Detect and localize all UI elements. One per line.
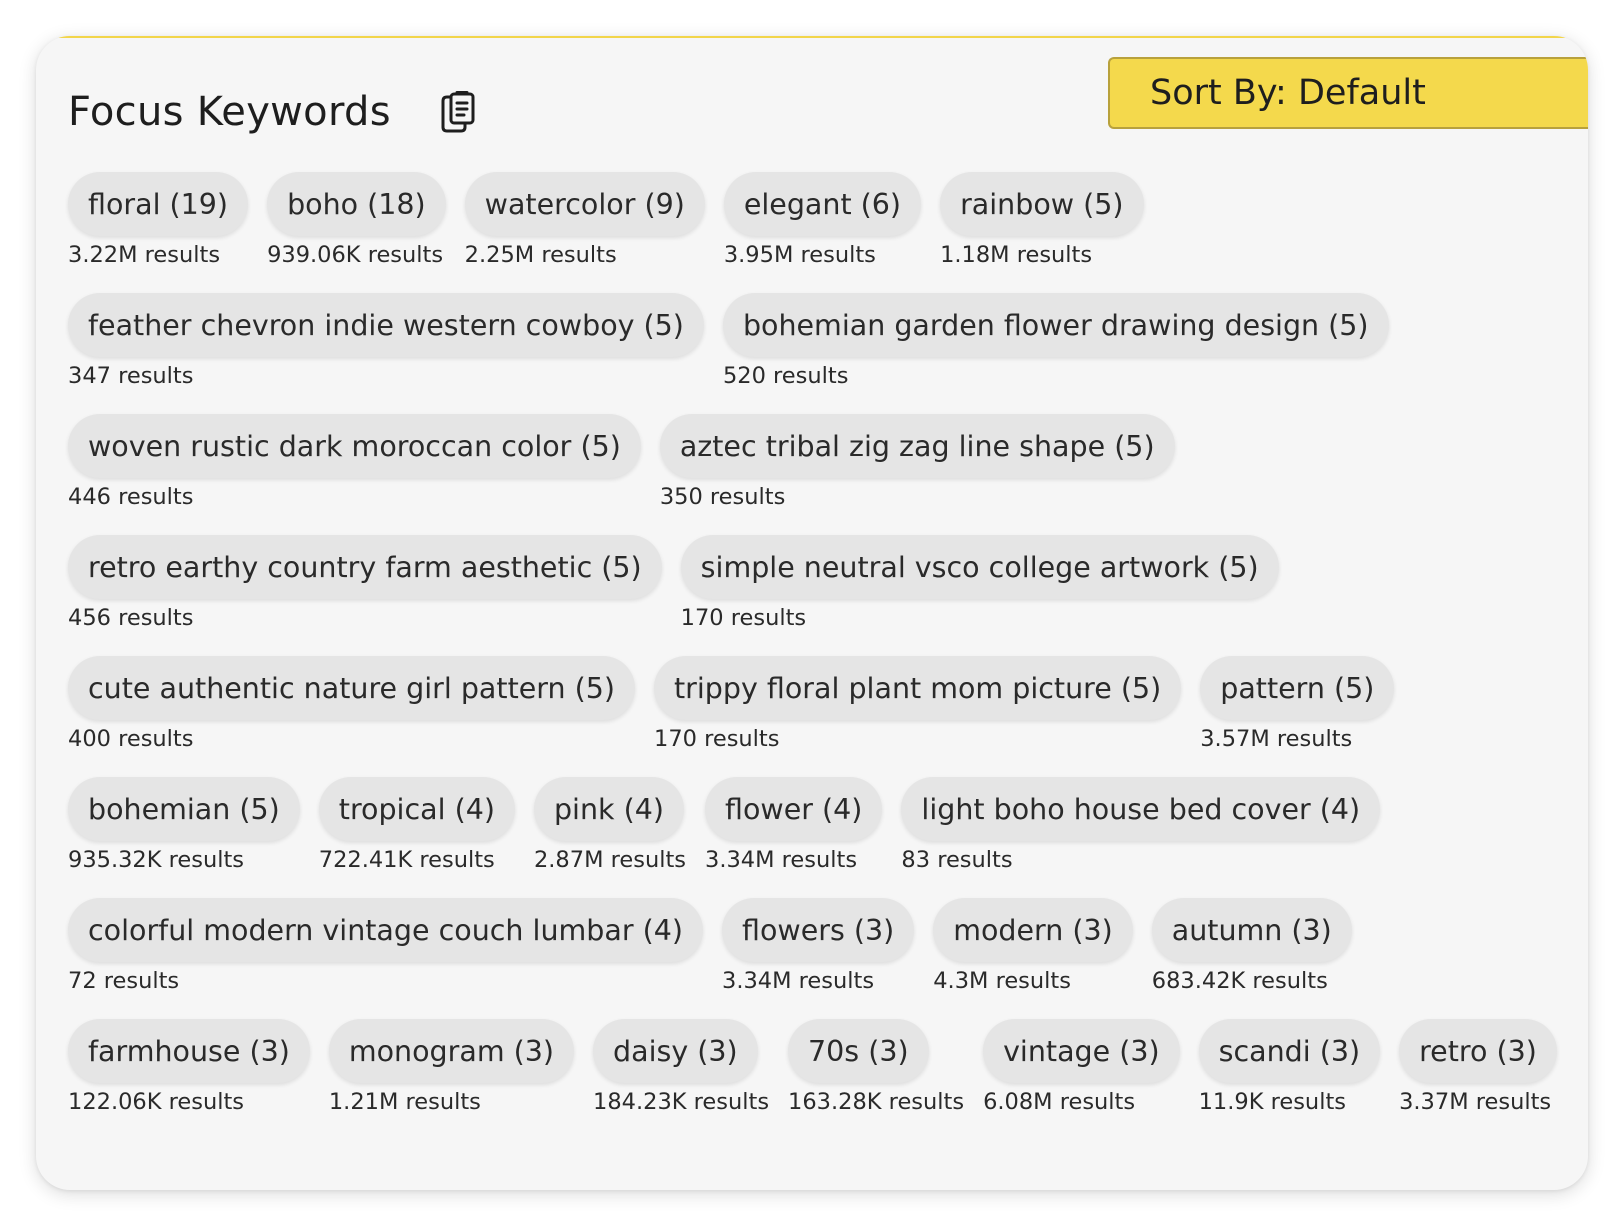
keyword-chip[interactable]: rainbow (5) <box>940 172 1144 236</box>
keyword-item: autumn (3) 683.42K results <box>1151 898 1352 996</box>
sort-by-label: Sort By: Default <box>1150 73 1426 113</box>
keyword-item: simple neutral vsco college artwork (5) 1… <box>680 535 1279 633</box>
keyword-item: woven rustic dark moroccan color (5) 446 … <box>68 414 641 512</box>
keyword-result-count: 683.42K results <box>1151 968 1328 994</box>
keyword-result-count: 3.57M results <box>1200 726 1353 752</box>
keyword-result-count: 350 results <box>659 484 786 510</box>
keyword-chip[interactable]: modern (3) <box>933 898 1133 962</box>
keyword-chip[interactable]: simple neutral vsco college artwork (5) <box>680 535 1279 599</box>
keyword-result-count: 170 results <box>680 605 807 631</box>
keyword-chip[interactable]: 70s (3) <box>788 1019 929 1083</box>
keyword-item: cute authentic nature girl pattern (5) 40… <box>68 656 635 754</box>
keyword-result-count: 2.25M results <box>464 242 617 268</box>
keyword-chip[interactable]: pink (4) <box>533 777 684 841</box>
keyword-chip[interactable]: boho (18) <box>267 172 446 236</box>
keyword-item: elegant (6) 3.95M results <box>723 172 922 270</box>
keyword-chip[interactable]: floral (19) <box>68 172 249 236</box>
keyword-result-count: 446 results <box>68 484 194 510</box>
keyword-result-count: 456 results <box>68 605 194 631</box>
keyword-item: tropical (4) 722.41K results <box>318 777 515 875</box>
keyword-chip[interactable]: bohemian garden flower drawing design (5… <box>722 293 1389 357</box>
focus-keywords-panel: Focus Keywords Sort By: Default floral (… <box>36 36 1588 1190</box>
keyword-result-count: 3.22M results <box>68 242 221 268</box>
keyword-chip[interactable]: elegant (6) <box>723 172 922 236</box>
panel-title: Focus Keywords <box>68 89 391 135</box>
keyword-result-count: 1.18M results <box>940 242 1093 268</box>
keyword-result-count: 184.23K results <box>593 1089 770 1115</box>
keyword-chip[interactable]: watercolor (9) <box>464 172 705 236</box>
keyword-item: 70s (3) 163.28K results <box>788 1019 964 1117</box>
keyword-item: aztec tribal zig zag line shape (5) 350 r… <box>659 414 1175 512</box>
keyword-result-count: 400 results <box>68 726 194 752</box>
keyword-chip[interactable]: scandi (3) <box>1198 1019 1381 1083</box>
keyword-item: bohemian (5) 935.32K results <box>68 777 300 875</box>
keyword-chip[interactable]: monogram (3) <box>328 1019 575 1083</box>
keyword-item: bohemian garden flower drawing design (5… <box>722 293 1389 391</box>
keyword-item: daisy (3) 184.23K results <box>593 1019 769 1117</box>
keyword-result-count: 11.9K results <box>1198 1089 1346 1115</box>
clipboard-copy-icon-graphic <box>441 91 475 133</box>
keyword-chip[interactable]: pattern (5) <box>1200 656 1395 720</box>
keyword-result-count: 3.34M results <box>722 968 875 994</box>
keyword-result-count: 6.08M results <box>983 1089 1136 1115</box>
keyword-result-count: 347 results <box>68 363 194 389</box>
keyword-chip[interactable]: cute authentic nature girl pattern (5) <box>68 656 635 720</box>
keyword-result-count: 163.28K results <box>788 1089 965 1115</box>
keyword-item: modern (3) 4.3M results <box>933 898 1133 996</box>
keyword-chip[interactable]: autumn (3) <box>1151 898 1352 962</box>
keyword-result-count: 170 results <box>654 726 780 752</box>
keyword-chip[interactable]: vintage (3) <box>983 1019 1180 1083</box>
keyword-result-count: 3.34M results <box>705 847 858 873</box>
keyword-item: floral (19) 3.22M results <box>68 172 249 270</box>
keyword-chip[interactable]: retro (3) <box>1399 1019 1557 1083</box>
keyword-item: flowers (3) 3.34M results <box>722 898 915 996</box>
keyword-item: feather chevron indie western cowboy (5)… <box>68 293 704 391</box>
sort-by-dropdown[interactable]: Sort By: Default <box>1108 57 1588 129</box>
keyword-chip[interactable]: flowers (3) <box>722 898 915 962</box>
keyword-item: farmhouse (3) 122.06K results <box>68 1019 310 1117</box>
keyword-chip[interactable]: daisy (3) <box>593 1019 758 1083</box>
clipboard-copy-icon[interactable] <box>435 90 479 134</box>
keyword-item: retro earthy country farm aesthetic (5) 4… <box>68 535 662 633</box>
keyword-item: rainbow (5) 1.18M results <box>940 172 1144 270</box>
keyword-item: pattern (5) 3.57M results <box>1200 656 1395 754</box>
keyword-chip[interactable]: bohemian (5) <box>68 777 300 841</box>
keyword-result-count: 722.41K results <box>318 847 495 873</box>
keyword-chip[interactable]: trippy floral plant mom picture (5) <box>654 656 1182 720</box>
keyword-result-count: 4.3M results <box>933 968 1071 994</box>
keyword-item: trippy floral plant mom picture (5) 170 r… <box>654 656 1182 754</box>
keyword-item: light boho house bed cover (4) 83 results <box>901 777 1381 875</box>
keyword-item: pink (4) 2.87M results <box>533 777 687 875</box>
keyword-chip[interactable]: feather chevron indie western cowboy (5) <box>68 293 704 357</box>
panel-accent-line <box>36 36 1588 38</box>
keyword-item: colorful modern vintage couch lumbar (4)… <box>68 898 703 996</box>
keyword-result-count: 2.87M results <box>533 847 687 873</box>
keyword-list: floral (19) 3.22M results boho (18) 939.06K… <box>68 172 1588 1117</box>
keyword-result-count: 939.06K results <box>267 242 444 268</box>
keyword-chip[interactable]: retro earthy country farm aesthetic (5) <box>68 535 662 599</box>
keyword-result-count: 1.21M results <box>328 1089 481 1115</box>
keyword-result-count: 520 results <box>722 363 849 389</box>
keyword-result-count: 3.37M results <box>1399 1089 1552 1115</box>
keyword-chip[interactable]: colorful modern vintage couch lumbar (4) <box>68 898 703 962</box>
keyword-item: monogram (3) 1.21M results <box>328 1019 575 1117</box>
keyword-item: vintage (3) 6.08M results <box>983 1019 1180 1117</box>
panel-header: Focus Keywords <box>68 72 479 152</box>
keyword-item: flower (4) 3.34M results <box>705 777 883 875</box>
keyword-chip[interactable]: aztec tribal zig zag line shape (5) <box>659 414 1175 478</box>
keyword-chip[interactable]: light boho house bed cover (4) <box>901 777 1381 841</box>
keyword-chip[interactable]: tropical (4) <box>318 777 515 841</box>
keyword-item: boho (18) 939.06K results <box>267 172 446 270</box>
keyword-chip[interactable]: flower (4) <box>705 777 883 841</box>
keyword-chip[interactable]: woven rustic dark moroccan color (5) <box>68 414 641 478</box>
keyword-result-count: 935.32K results <box>68 847 245 873</box>
keyword-result-count: 122.06K results <box>68 1089 245 1115</box>
keyword-item: watercolor (9) 2.25M results <box>464 172 705 270</box>
keyword-item: scandi (3) 11.9K results <box>1198 1019 1381 1117</box>
keyword-chip[interactable]: farmhouse (3) <box>68 1019 310 1083</box>
keyword-result-count: 72 results <box>68 968 180 994</box>
keyword-result-count: 83 results <box>901 847 1013 873</box>
keyword-item: retro (3) 3.37M results <box>1399 1019 1557 1117</box>
keyword-result-count: 3.95M results <box>723 242 876 268</box>
